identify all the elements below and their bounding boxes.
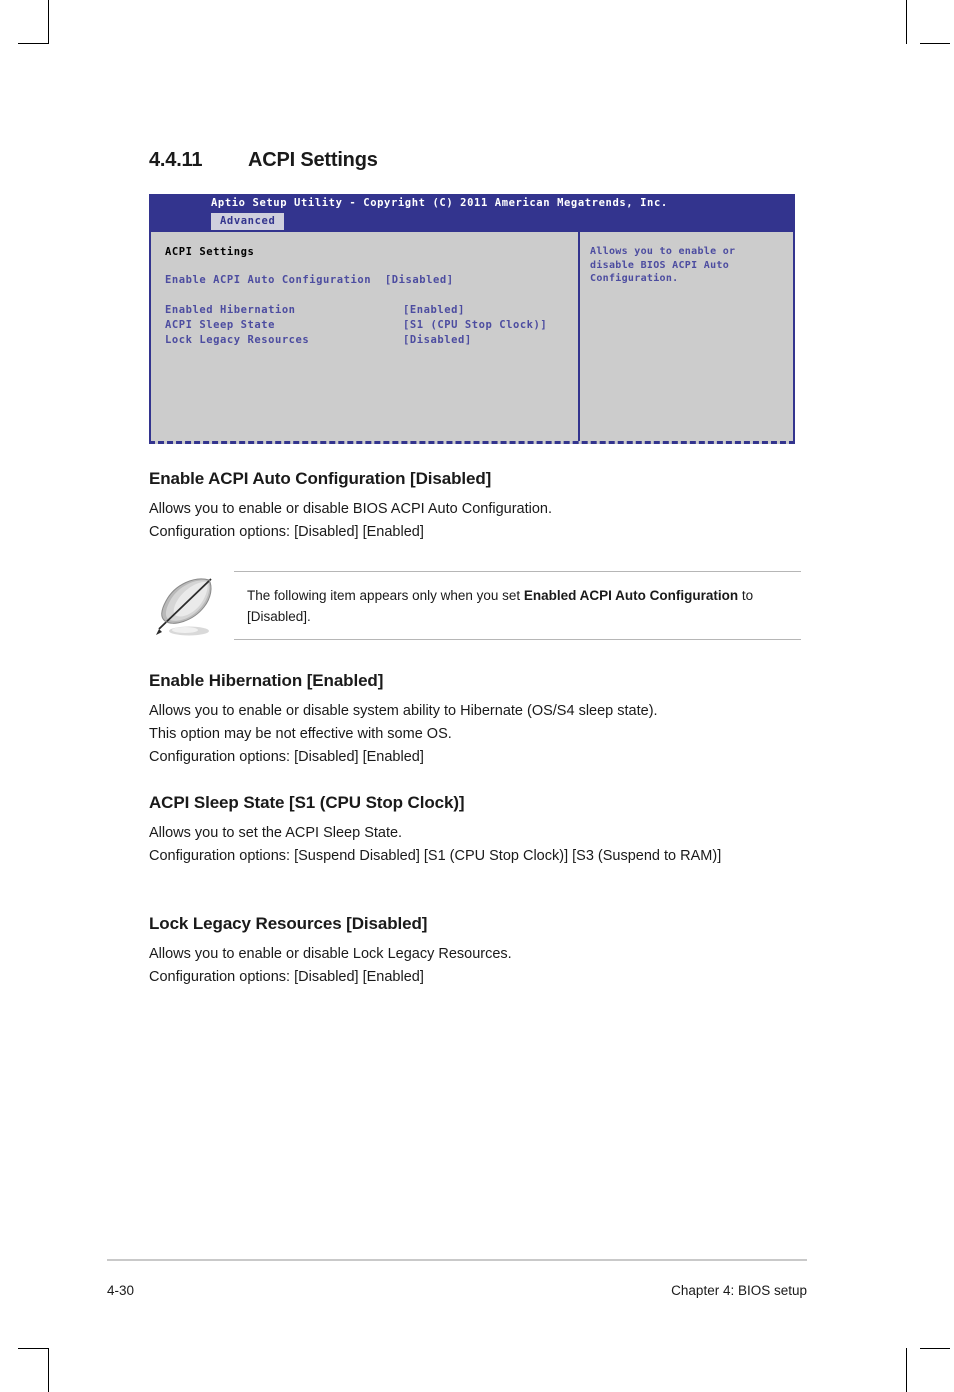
setting-block-acpi-sleep-state: ACPI Sleep State [S1 (CPU Stop Clock)] A… xyxy=(149,793,801,868)
setting-options-line: Configuration options: [Disabled] [Enabl… xyxy=(149,524,424,540)
crop-mark-top-right-vertical xyxy=(906,0,907,44)
bios-help-line: Allows you to enable or xyxy=(590,246,736,257)
page-title: 4.4.11 ACPI Settings xyxy=(149,149,378,172)
setting-options-line: Configuration options: [Disabled] [Enabl… xyxy=(149,749,424,765)
bios-tab-advanced[interactable]: Advanced xyxy=(211,213,285,230)
footer-divider xyxy=(107,1259,807,1261)
bios-titlebar-text: Aptio Setup Utility - Copyright (C) 2011… xyxy=(211,197,668,209)
bios-item-value[interactable]: [Disabled] xyxy=(403,334,472,346)
setting-block-enable-hibernation: Enable Hibernation [Enabled] Allows you … xyxy=(149,671,801,769)
footer-chapter-label: Chapter 4: BIOS setup xyxy=(671,1283,807,1298)
bios-item-value[interactable]: [Disabled] xyxy=(385,274,454,286)
bios-item-label: Lock Legacy Resources xyxy=(165,334,310,346)
setting-heading: Lock Legacy Resources [Disabled] xyxy=(149,914,428,933)
note-text-part1: The following item appears only when you… xyxy=(247,588,524,603)
bios-item-enabled-hibernation[interactable]: Enabled Hibernation [Enabled] xyxy=(165,303,578,318)
bios-screenshot-figure: Aptio Setup Utility - Copyright (C) 2011… xyxy=(149,194,795,444)
note-text-bold: Enabled ACPI Auto Configuration xyxy=(523,588,739,603)
crop-mark-bottom-left-vertical xyxy=(48,1348,49,1392)
crop-mark-bottom-right-vertical xyxy=(906,1348,907,1392)
bios-item-label: Enabled Hibernation xyxy=(165,304,296,316)
setting-heading: Enable Hibernation [Enabled] xyxy=(149,671,384,690)
section-title-text: ACPI Settings xyxy=(248,149,378,171)
manual-page: 4.4.11 ACPI Settings Aptio Setup Utility … xyxy=(0,0,954,1392)
setting-block-lock-legacy-resources: Lock Legacy Resources [Disabled] Allows … xyxy=(149,914,801,989)
note-box: The following item appears only when you… xyxy=(149,571,801,640)
bios-item-lock-legacy-resources[interactable]: Lock Legacy Resources [Disabled] xyxy=(165,333,578,348)
note-rule-top xyxy=(234,571,801,572)
crop-mark-top-left-horizontal xyxy=(18,43,48,44)
setting-description-line: Allows you to enable or disable Lock Leg… xyxy=(149,946,512,962)
setting-block-enable-acpi-auto-configuration: Enable ACPI Auto Configuration [Disabled… xyxy=(149,469,801,544)
crop-mark-top-left-vertical xyxy=(48,0,49,44)
note-rule-bottom xyxy=(234,639,801,640)
note-feather-icon xyxy=(156,578,212,636)
bios-item-value[interactable]: [S1 (CPU Stop Clock)] xyxy=(403,319,547,331)
bios-titlebar: Aptio Setup Utility - Copyright (C) 2011… xyxy=(149,194,795,232)
bios-help-pane: Allows you to enable or disable BIOS ACP… xyxy=(580,232,793,441)
setting-description-line: This option may be not effective with so… xyxy=(149,726,452,742)
bios-item-acpi-sleep-state[interactable]: ACPI Sleep State [S1 (CPU Stop Clock)] xyxy=(165,318,578,333)
bios-help-line: Configuration. xyxy=(590,273,679,284)
setting-description-line: Allows you to enable or disable BIOS ACP… xyxy=(149,501,553,517)
crop-mark-top-right-horizontal xyxy=(920,43,950,44)
bios-help-line: disable BIOS ACPI Auto xyxy=(590,259,730,271)
setting-options-line: Configuration options: [Suspend Disabled… xyxy=(149,848,722,864)
setting-description-line: Allows you to enable or disable system a… xyxy=(149,703,658,719)
bios-item-value[interactable]: [Enabled] xyxy=(403,304,465,316)
section-number: 4.4.11 xyxy=(149,149,203,171)
note-text: The following item appears only when you… xyxy=(247,585,787,627)
bios-settings-list: ACPI Settings Enable ACPI Auto Configura… xyxy=(151,232,580,441)
bios-item-label: Enable ACPI Auto Configuration xyxy=(165,274,372,286)
bios-body: ACPI Settings Enable ACPI Auto Configura… xyxy=(149,232,795,444)
setting-options-line: Configuration options: [Disabled] [Enabl… xyxy=(149,969,424,985)
crop-mark-bottom-right-horizontal xyxy=(920,1348,950,1349)
setting-heading: ACPI Sleep State [S1 (CPU Stop Clock)] xyxy=(149,793,465,812)
bios-item-label: ACPI Sleep State xyxy=(165,319,275,331)
footer-page-number: 4-30 xyxy=(107,1283,135,1298)
setting-description-line: Allows you to set the ACPI Sleep State. xyxy=(149,825,403,841)
setting-heading: Enable ACPI Auto Configuration [Disabled… xyxy=(149,469,492,488)
bios-panel-heading: ACPI Settings xyxy=(165,246,255,258)
crop-mark-bottom-left-horizontal xyxy=(18,1348,48,1349)
bios-list-spacer xyxy=(165,288,578,303)
bios-item-enable-acpi-auto-configuration[interactable]: Enable ACPI Auto Configuration [Disabled… xyxy=(165,273,578,288)
